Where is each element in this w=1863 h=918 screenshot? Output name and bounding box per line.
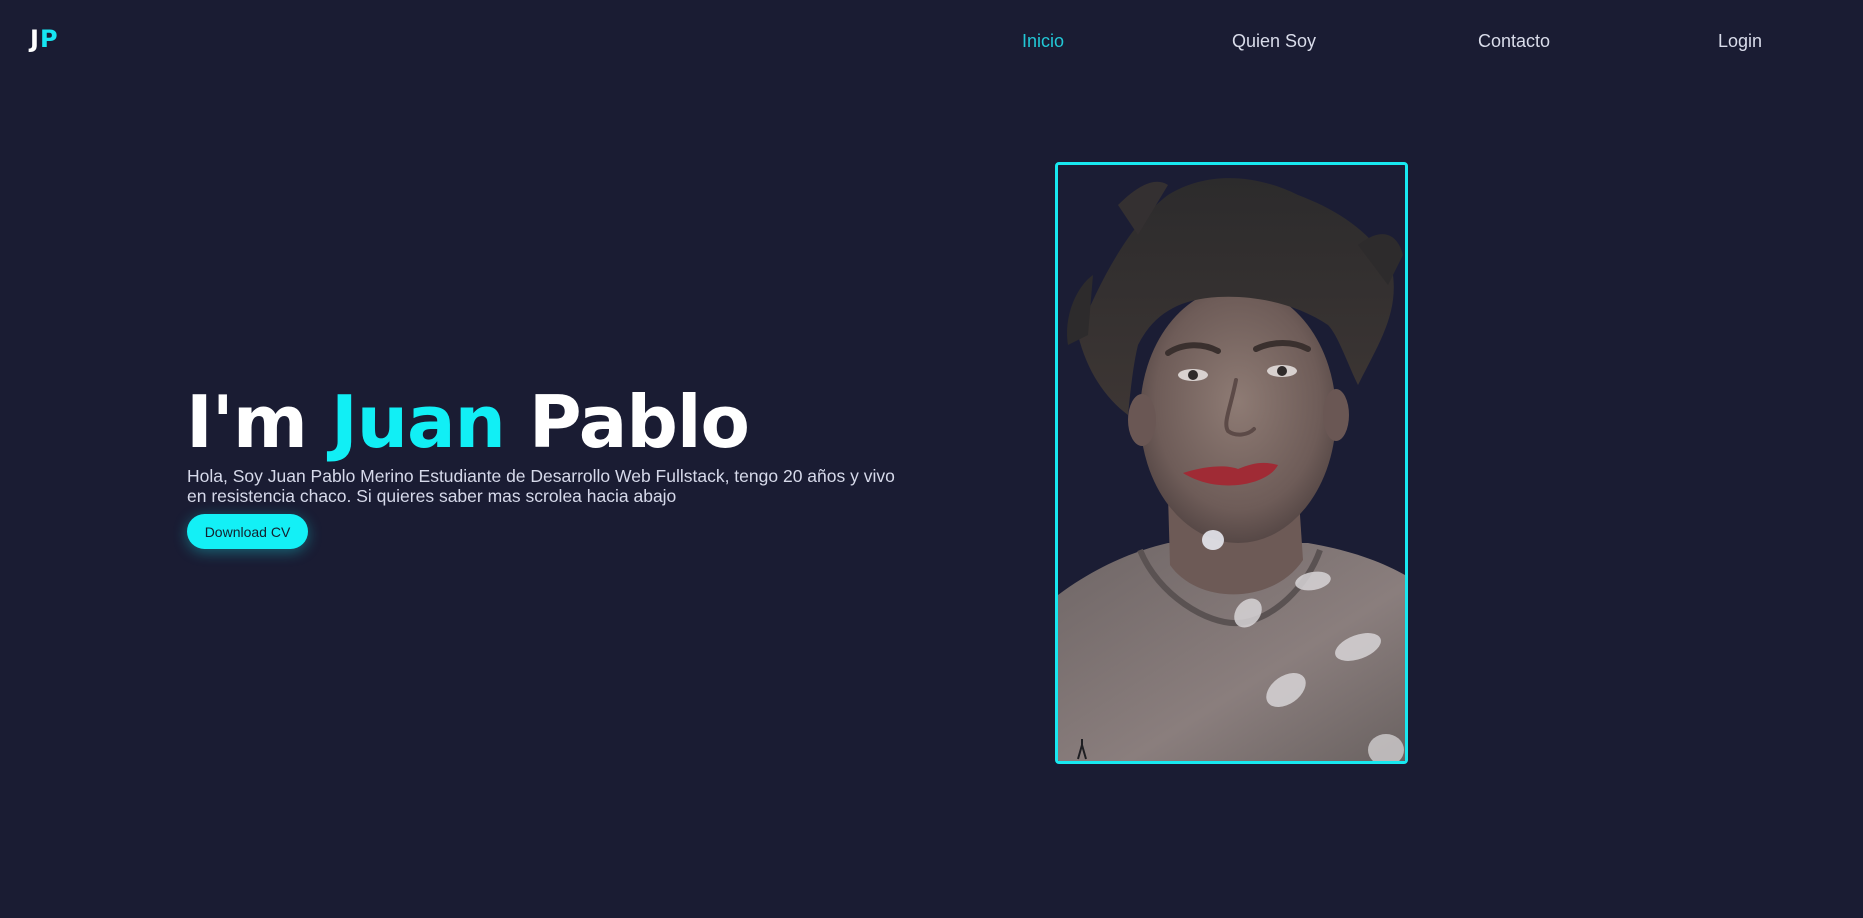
- logo-letter-j: J: [30, 25, 40, 53]
- hero-title-accent: Juan: [330, 380, 506, 464]
- hero-title-suffix: Pablo: [528, 380, 750, 464]
- hero-title-prefix: I'm: [186, 380, 308, 464]
- hero-title: I'm Juan Pablo: [186, 374, 750, 470]
- nav-link-contacto[interactable]: Contacto: [1478, 29, 1550, 53]
- portrait-photo: [1058, 165, 1405, 761]
- profile-photo-frame: [1055, 162, 1408, 764]
- logo-letter-p: P: [39, 25, 59, 53]
- nav-link-login[interactable]: Login: [1718, 29, 1762, 53]
- hero-description: Hola, Soy Juan Pablo Merino Estudiante d…: [187, 466, 895, 506]
- nav-link-quien-soy[interactable]: Quien Soy: [1232, 29, 1316, 53]
- download-cv-button[interactable]: Download CV: [187, 514, 308, 549]
- site-logo[interactable]: JP: [30, 24, 59, 54]
- nav-link-inicio[interactable]: Inicio: [1022, 29, 1064, 53]
